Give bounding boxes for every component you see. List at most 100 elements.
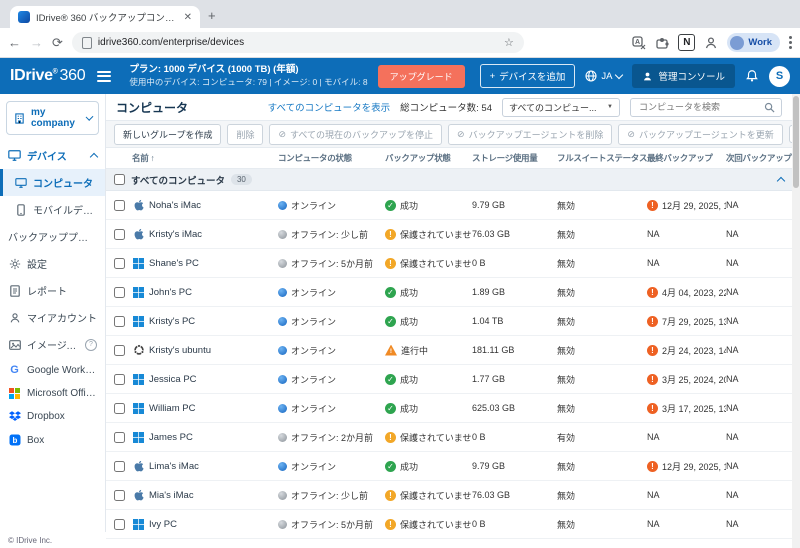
- row-checkbox[interactable]: [113, 344, 125, 356]
- column-backup-status[interactable]: バックアップ状態: [385, 152, 472, 164]
- company-selector[interactable]: my company: [6, 101, 99, 135]
- computer-search[interactable]: [630, 97, 782, 117]
- sidebar-item-mobile-devices[interactable]: モバイルデバイス: [0, 196, 105, 223]
- table-row[interactable]: Shane's PC オフライン: 5か月前 !保護されていません 0 B 無効…: [106, 249, 792, 278]
- sidebar-item-dropbox[interactable]: Dropbox: [0, 405, 105, 428]
- device-name[interactable]: Shane's PC: [149, 258, 199, 269]
- device-name[interactable]: James PC: [149, 432, 193, 443]
- row-checkbox[interactable]: [113, 373, 125, 385]
- show-all-computers-link[interactable]: すべてのコンピュータを表示: [268, 100, 390, 114]
- windows-icon: [132, 373, 145, 385]
- upgrade-button[interactable]: アップグレード: [377, 64, 465, 88]
- device-name[interactable]: Kristy's PC: [149, 316, 195, 327]
- add-device-button[interactable]: + デバイスを追加: [479, 64, 576, 88]
- translate-icon[interactable]: A: [632, 35, 646, 50]
- device-name[interactable]: Lima's iMac: [149, 461, 199, 472]
- sidebar-item-computers[interactable]: コンピュータ: [0, 169, 105, 196]
- forward-icon[interactable]: →: [30, 36, 43, 49]
- back-icon[interactable]: ←: [8, 36, 21, 49]
- page-title: コンピュータ: [116, 100, 189, 115]
- update-agents-button[interactable]: ⊘ バックアップエージェントを更新: [618, 123, 783, 145]
- profile-label: Work: [748, 37, 772, 48]
- tab-close-icon[interactable]: ✕: [184, 12, 192, 23]
- admin-console-button[interactable]: 管理コンソール: [632, 64, 735, 88]
- table-row[interactable]: John's PC オンライン ✓ 成功 1.89 GB 無効 ! 4月 04, 2…: [106, 278, 792, 307]
- search-input[interactable]: [637, 101, 760, 113]
- row-checkbox[interactable]: [113, 315, 125, 327]
- browser-profile-chip[interactable]: Work: [727, 33, 780, 52]
- browser-tab[interactable]: IDrive® 360 バックアップコンソール ✕: [10, 6, 200, 28]
- column-last-backup[interactable]: 最終バックアップ: [647, 152, 726, 164]
- stop-backups-button[interactable]: ⊘ すべての現在のバックアップを停止: [269, 123, 443, 145]
- table-row[interactable]: Ivy PC オフライン: 5か月前 !保護されていません 0 B 無効 NA …: [106, 510, 792, 539]
- sidebar-item-devices[interactable]: デバイス: [0, 142, 105, 169]
- bell-icon[interactable]: [745, 69, 759, 83]
- new-tab-button[interactable]: +: [208, 8, 216, 23]
- table-row[interactable]: James PC オフライン: 2か月前 !保護されていません 0 B 有効 N…: [106, 423, 792, 452]
- row-checkbox[interactable]: [113, 199, 125, 211]
- create-group-button[interactable]: 新しいグループを作成: [114, 123, 222, 145]
- table-row[interactable]: Lima's iMac オンライン ✓ 成功 9.79 GB 無効 ! 12月 29…: [106, 452, 792, 481]
- puzzle-extensions-icon[interactable]: [655, 36, 670, 50]
- sidebar-item-google-workspace[interactable]: G Google Workspace: [0, 358, 105, 382]
- alert-icon: !: [647, 344, 658, 356]
- row-checkbox[interactable]: [113, 228, 125, 240]
- sidebar-item-reports[interactable]: レポート: [0, 277, 105, 304]
- sidebar-item-backup-plan[interactable]: バックアッププラン: [0, 223, 105, 250]
- device-name[interactable]: Mia's iMac: [149, 490, 194, 501]
- column-full-suite-status[interactable]: フルスイートステータス: [557, 152, 647, 164]
- device-name[interactable]: William PC: [149, 403, 195, 414]
- group-row-all-computers[interactable]: すべてのコンピュータ 30: [106, 169, 792, 191]
- column-name[interactable]: 名前 ↑: [132, 152, 278, 164]
- idrive-360-logo[interactable]: IDrive® 360: [10, 67, 86, 85]
- table-row[interactable]: Mia's iMac オフライン: 少し前 !保護されていません 76.03 G…: [106, 481, 792, 510]
- delete-button[interactable]: 削除: [227, 123, 264, 145]
- sidebar-item-box[interactable]: b Box: [0, 428, 105, 452]
- group-filter-dropdown[interactable]: すべてのコンピュー... ▼: [502, 97, 620, 117]
- actions-toolbar: 新しいグループを作成 削除 ⊘ すべての現在のバックアップを停止 ⊘ バックアッ…: [106, 121, 800, 148]
- remove-agents-button[interactable]: ⊘ バックアップエージェントを削除: [448, 123, 613, 145]
- device-name[interactable]: Kristy's ubuntu: [149, 345, 211, 356]
- site-info-icon[interactable]: [81, 36, 92, 49]
- sidebar-item-my-account[interactable]: マイアカウント: [0, 304, 105, 331]
- profile-person-icon[interactable]: [704, 36, 718, 50]
- extension-n-icon[interactable]: N: [678, 34, 696, 51]
- column-next-backup[interactable]: 次回バックアップ: [726, 152, 792, 164]
- row-checkbox[interactable]: [113, 402, 125, 414]
- row-checkbox[interactable]: [113, 257, 125, 269]
- device-name[interactable]: Noha's iMac: [149, 200, 201, 211]
- table-row[interactable]: Noha's iMac オンライン ✓ 成功 9.79 GB 無効 ! 12月 29…: [106, 191, 792, 220]
- table-row[interactable]: William PC オンライン ✓ 成功 625.03 GB 無効 ! 3月 17…: [106, 394, 792, 423]
- row-checkbox[interactable]: [113, 460, 125, 472]
- bookmark-star-icon[interactable]: ☆: [504, 36, 514, 49]
- row-checkbox[interactable]: [113, 489, 125, 501]
- sidebar-item-image-backup[interactable]: イメージバックアップ ?: [0, 331, 105, 358]
- page-scrollbar[interactable]: [792, 94, 800, 548]
- table-row[interactable]: Kristy's ubuntu オンライン ! 進行中 181.11 GB 無効 …: [106, 336, 792, 365]
- sidebar-item-microsoft-365[interactable]: Microsoft Office 365: [0, 382, 105, 405]
- language-selector[interactable]: JA: [585, 70, 624, 82]
- column-computer-state[interactable]: コンピュータの状態: [278, 152, 385, 164]
- address-bar[interactable]: idrive360.com/enterprise/devices ☆: [71, 32, 524, 53]
- browser-menu-icon[interactable]: [789, 36, 792, 49]
- reload-icon[interactable]: ⟳: [52, 36, 63, 49]
- row-checkbox[interactable]: [113, 431, 125, 443]
- hamburger-menu-icon[interactable]: [97, 70, 112, 82]
- collapse-chevron-icon[interactable]: [776, 176, 786, 186]
- scrollbar-thumb[interactable]: [793, 96, 799, 188]
- help-icon[interactable]: ?: [85, 338, 97, 351]
- device-name[interactable]: Kristy's iMac: [149, 229, 202, 240]
- sidebar-item-settings[interactable]: 設定: [0, 250, 105, 277]
- column-storage-used[interactable]: ストレージ使用量: [472, 152, 557, 164]
- device-name[interactable]: Jessica PC: [149, 374, 197, 385]
- table-row[interactable]: Kristy's PC オンライン ✓ 成功 1.04 TB 無効 ! 7月 29,…: [106, 307, 792, 336]
- user-avatar[interactable]: S: [769, 65, 790, 87]
- group-checkbox[interactable]: [114, 174, 125, 185]
- table-row[interactable]: Jessica PC オンライン ✓ 成功 1.77 GB 無効 ! 3月 25, …: [106, 365, 792, 394]
- svg-text:A: A: [635, 39, 640, 46]
- row-checkbox[interactable]: [113, 286, 125, 298]
- row-checkbox[interactable]: [113, 518, 125, 530]
- device-name[interactable]: Ivy PC: [149, 519, 177, 530]
- device-name[interactable]: John's PC: [149, 287, 192, 298]
- table-row[interactable]: Kristy's iMac オフライン: 少し前 !保護されていません 76.0…: [106, 220, 792, 249]
